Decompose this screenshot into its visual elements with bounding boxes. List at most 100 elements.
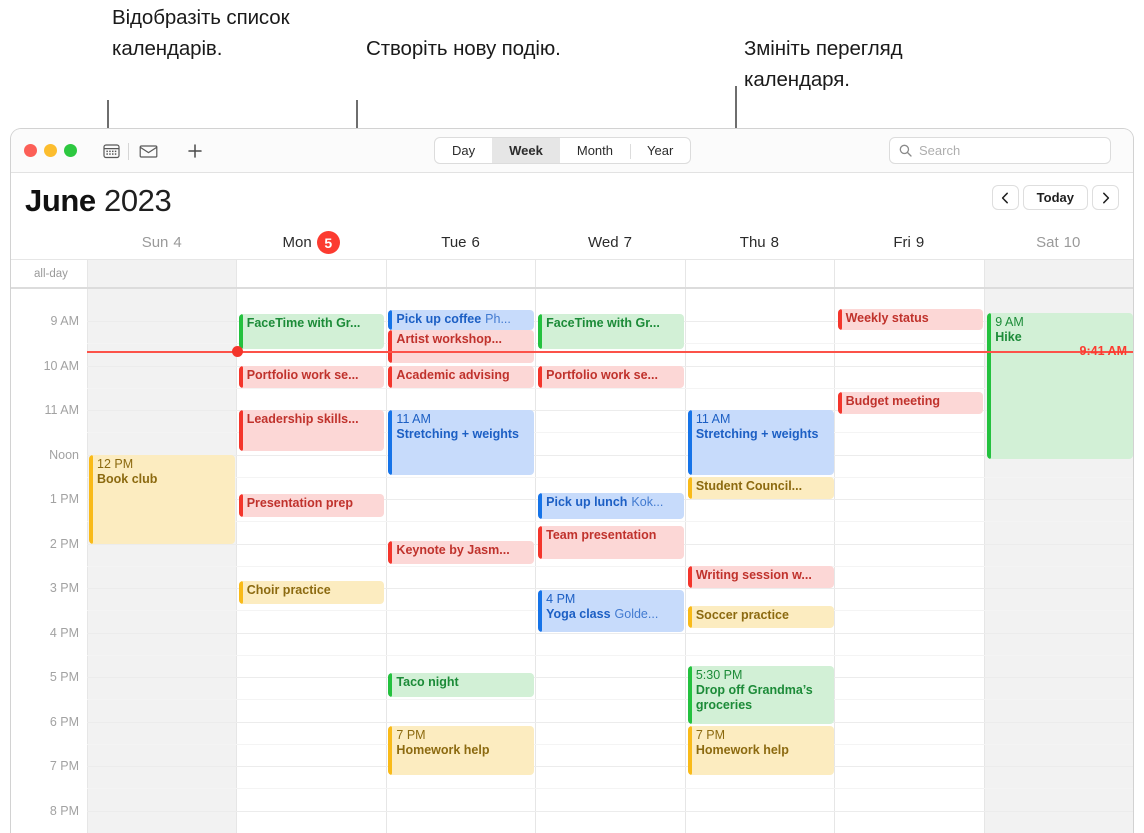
calendar-event[interactable]: Budget meeting — [837, 392, 984, 415]
title-month: June — [25, 183, 96, 218]
all-day-cell-tue[interactable] — [385, 260, 535, 287]
event-time: 9 AM — [995, 314, 1024, 329]
all-day-cell-wed[interactable] — [535, 260, 684, 287]
event-color-bar — [388, 725, 393, 775]
calendar-event[interactable]: Student Council... — [687, 476, 834, 499]
date-navigation: Today — [991, 185, 1119, 210]
calendar-event[interactable]: Weekly status — [837, 308, 984, 330]
event-color-bar — [987, 312, 992, 459]
all-day-cell-mon[interactable] — [236, 260, 385, 287]
calendar-event[interactable]: Presentation prep — [238, 493, 385, 517]
calendar-event[interactable]: Leadership skills... — [238, 410, 385, 452]
day-header-sun[interactable]: Sun 4 — [87, 226, 236, 259]
search-input[interactable]: Search — [889, 137, 1111, 164]
week-grid: 9 AM 10 AM 11 AM Noon 1 PM 2 PM 3 PM 4 PM 5 PM 6 … — [11, 289, 1133, 833]
calendar-event[interactable]: Portfolio work se... — [538, 365, 684, 388]
calendar-event[interactable]: Portfolio work se... — [238, 365, 385, 388]
calendar-event[interactable]: FaceTime with Gr... — [538, 314, 684, 349]
today-button[interactable]: Today — [1022, 185, 1088, 210]
event-color-bar — [238, 581, 243, 604]
calendar-event[interactable]: 11 AM Stretching + weights — [388, 410, 535, 475]
calendar-event[interactable]: 5:30 PM Drop off Grandma’s groceries — [687, 665, 834, 724]
zoom-button[interactable] — [64, 144, 77, 157]
events-layer: 12 PM Book club FaceTime with Gr... Portfol… — [11, 289, 1133, 833]
all-day-label: all-day — [34, 267, 68, 280]
title-year: 2023 — [103, 183, 172, 218]
event-title: Leadership skills... — [246, 412, 359, 426]
event-title: Taco night — [396, 674, 459, 689]
all-day-cell-sat[interactable] — [983, 260, 1133, 287]
event-time: 11 AM — [396, 412, 431, 426]
calendar-event[interactable]: Team presentation — [538, 525, 684, 560]
calendar-event[interactable]: 7 PM Homework help — [687, 725, 834, 775]
event-location: Ph... — [485, 311, 511, 326]
event-location: Golde... — [614, 607, 659, 622]
day-header-wed-date: 7 — [623, 234, 632, 251]
day-header-sat[interactable]: Sat 10 — [984, 226, 1133, 259]
event-title: Pick up lunch — [546, 494, 628, 509]
calendar-event[interactable]: Academic advising — [388, 365, 535, 388]
all-day-cell-thu[interactable] — [684, 260, 834, 287]
calendar-event[interactable]: 11 AM Stretching + weights — [687, 410, 834, 475]
calendar-event[interactable]: 9 AM Hike — [987, 312, 1133, 459]
event-color-bar — [837, 308, 842, 330]
event-color-bar — [238, 493, 243, 517]
calendar-event[interactable]: FaceTime with Gr... — [238, 314, 385, 349]
calendar-event[interactable]: 4 PM Yoga class Golde... — [538, 590, 684, 633]
calendar-event[interactable]: Writing session w... — [687, 565, 834, 588]
day-header-thu[interactable]: Thu 8 — [685, 226, 834, 259]
event-color-bar — [238, 314, 243, 349]
day-header-wed[interactable]: Wed 7 — [535, 226, 684, 259]
current-time-line — [87, 351, 1133, 353]
calendar-event[interactable]: Keynote by Jasm... — [388, 541, 535, 564]
event-color-bar — [538, 365, 543, 388]
event-title: Choir practice — [246, 583, 331, 598]
calendar-event[interactable]: Taco night — [388, 672, 535, 698]
event-color-bar — [687, 410, 692, 475]
calendar-view-segmented-control[interactable]: Day Week Month Year — [434, 137, 692, 164]
event-color-bar — [238, 410, 243, 452]
plus-icon[interactable] — [184, 140, 206, 162]
tab-year[interactable]: Year — [630, 138, 690, 163]
tab-week[interactable]: Week — [492, 138, 560, 163]
calendar-icon[interactable] — [101, 141, 121, 161]
event-title: Hike — [995, 329, 1022, 344]
calendar-event[interactable]: Choir practice — [238, 581, 385, 604]
event-time: 11 AM — [695, 412, 731, 426]
close-button[interactable] — [24, 144, 37, 157]
calendar-event[interactable]: Soccer practice — [687, 605, 834, 629]
event-color-bar — [837, 392, 842, 415]
inbox-icon[interactable] — [138, 141, 158, 161]
all-day-cell-sun[interactable] — [87, 260, 237, 287]
event-title: Stretching + weights — [396, 427, 520, 441]
minimize-button[interactable] — [44, 144, 57, 157]
event-time: 7 PM — [695, 727, 726, 742]
calendar-event[interactable]: Artist workshop... — [388, 329, 535, 364]
calendar-event[interactable]: 7 PM Homework help — [388, 725, 535, 775]
calendar-event[interactable]: 12 PM Book club — [89, 454, 235, 544]
all-day-cell-fri[interactable] — [834, 260, 983, 287]
event-title: Keynote by Jasm... — [396, 543, 510, 558]
day-header-thu-date: 8 — [770, 234, 779, 251]
tab-day[interactable]: Day — [435, 138, 492, 163]
day-header-tue[interactable]: Tue 6 — [386, 226, 535, 259]
event-title: Academic advising — [396, 367, 510, 382]
day-header-sat-weekday: Sat — [1036, 234, 1059, 251]
tab-month[interactable]: Month — [560, 138, 630, 163]
day-header-mon[interactable]: Mon 5 — [236, 226, 385, 259]
previous-week-button[interactable] — [991, 185, 1019, 210]
event-title: Team presentation — [546, 527, 657, 542]
event-time: 12 PM — [97, 456, 134, 471]
event-title: Yoga class — [546, 607, 611, 622]
event-color-bar — [538, 590, 543, 633]
calendar-event[interactable]: Pick up lunch Kok... — [538, 492, 684, 520]
day-header-fri[interactable]: Fri 9 — [834, 226, 983, 259]
day-header-mon-weekday: Mon — [282, 234, 312, 251]
toolbar-divider — [128, 143, 129, 160]
event-time: 4 PM — [546, 592, 576, 607]
event-title: Homework help — [695, 742, 789, 757]
today-badge: 5 — [316, 231, 340, 254]
calendar-event[interactable]: Pick up coffee Ph... — [388, 309, 535, 330]
next-week-button[interactable] — [1092, 185, 1119, 210]
event-title: Budget meeting — [845, 394, 941, 409]
